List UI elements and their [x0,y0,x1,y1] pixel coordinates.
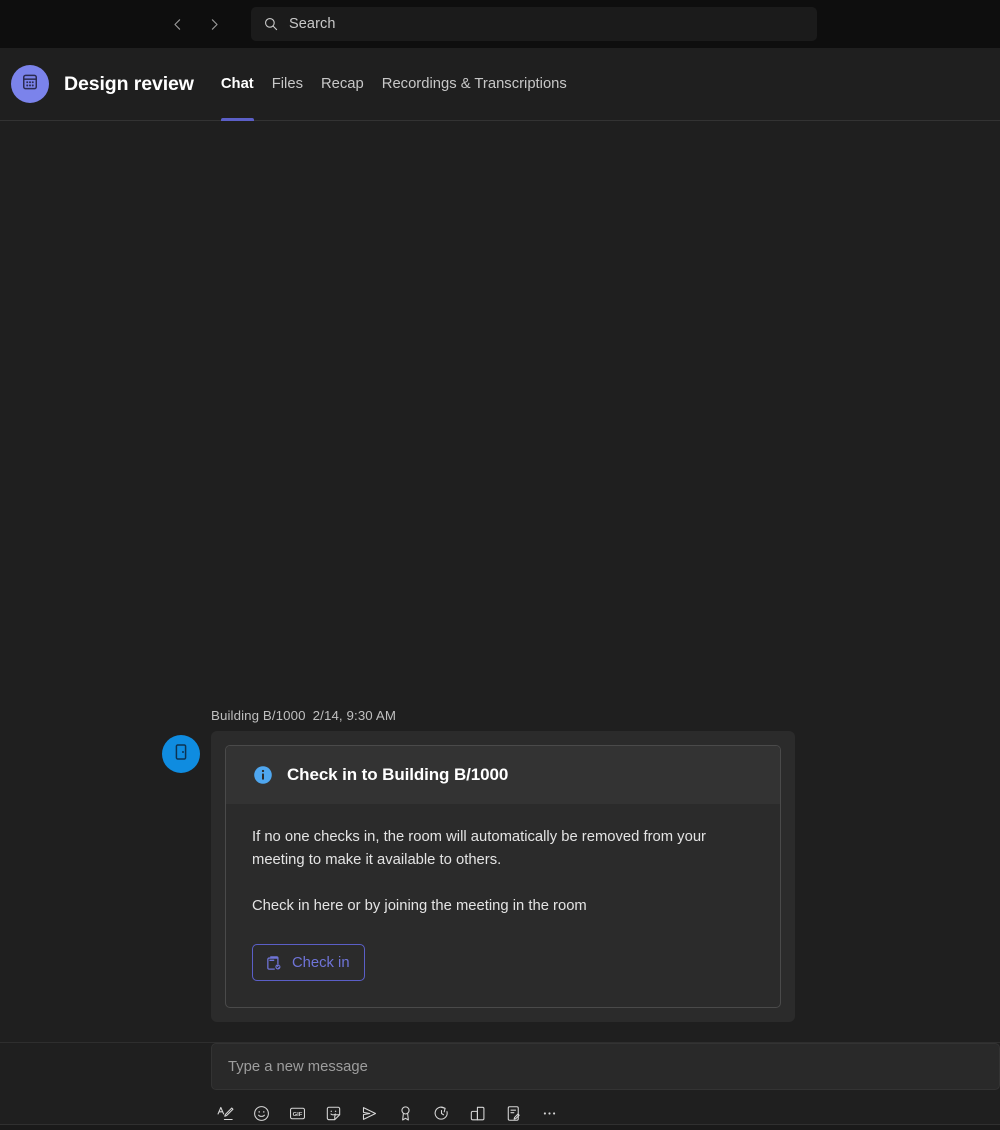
apps-icon [468,1104,487,1123]
tab-recordings-transcriptions-label: Recordings & Transcriptions [381,76,567,92]
card-paragraph-1: If no one checks in, the room will autom… [252,829,706,868]
apps-button[interactable] [463,1099,491,1127]
door-room-icon [171,742,191,767]
search-bar[interactable]: Search [251,7,817,41]
emoji-icon [252,1104,271,1123]
navigation-controls [163,0,228,48]
search-icon [263,16,279,32]
tab-files-label: Files [271,76,303,92]
forward-button[interactable] [200,10,228,38]
chat-header: Design review Chat Files Recap Recording… [0,48,1000,121]
send-plane-icon [360,1104,379,1123]
check-in-button[interactable]: Check in [252,944,365,981]
more-options-button[interactable] [535,1099,563,1127]
message-sender: Building B/1000 [211,708,306,723]
svg-text:GIF: GIF [292,1111,302,1117]
message-input-placeholder[interactable]: Type a new message [228,1059,368,1075]
title-bar: Search [0,0,1000,48]
page-title: Design review [64,72,194,95]
messages-container: Building B/1000 2/14, 9:30 AM Check in t… [0,708,1000,1030]
search-input-placeholder[interactable]: Search [289,16,336,32]
adaptive-card: Check in to Building B/1000 If no one ch… [225,745,781,1008]
tab-recordings-transcriptions[interactable]: Recordings & Transcriptions [373,48,576,121]
format-button[interactable] [211,1099,239,1127]
sticker-button[interactable] [319,1099,347,1127]
message-row: Check in to Building B/1000 If no one ch… [0,731,1000,1022]
message-metadata: Building B/1000 2/14, 9:30 AM [0,708,1000,723]
tab-bar: Chat Files Recap Recordings & Transcript… [212,48,576,121]
tab-chat[interactable]: Chat [212,48,263,121]
info-circle-icon [252,764,274,786]
message-bubble: Check in to Building B/1000 If no one ch… [211,731,795,1022]
message-list: Building B/1000 2/14, 9:30 AM Check in t… [0,121,1000,1030]
card-header: Check in to Building B/1000 [226,746,780,804]
device-checkin-icon [265,954,283,972]
more-options-icon [540,1104,559,1123]
back-button[interactable] [163,10,191,38]
loop-schedule-icon [432,1104,451,1123]
card-paragraph-2: Check in here or by joining the meeting … [252,898,587,914]
send-button[interactable] [355,1099,383,1127]
card-title: Check in to Building B/1000 [287,765,509,784]
message-composer: Type a new message GIF [0,1042,1000,1130]
composer-toolbar: GIF [211,1099,563,1127]
check-in-button-label: Check in [292,954,350,971]
praise-ribbon-icon [396,1104,415,1123]
chevron-left-icon [169,16,186,33]
card-body: If no one checks in, the room will autom… [226,804,780,1007]
praise-button[interactable] [391,1099,419,1127]
card-actions: Check in [252,944,758,981]
tab-recap[interactable]: Recap [312,48,373,121]
format-icon [216,1104,235,1123]
window-footer [0,1124,1000,1130]
tab-recap-label: Recap [320,76,364,92]
tab-chat-label: Chat [220,76,254,92]
emoji-button[interactable] [247,1099,275,1127]
forms-button[interactable] [499,1099,527,1127]
gif-button[interactable]: GIF [283,1099,311,1127]
message-input[interactable]: Type a new message [211,1043,1000,1090]
chevron-right-icon [206,16,223,33]
tab-files[interactable]: Files [263,48,312,121]
avatar [11,65,49,103]
gif-icon: GIF [288,1104,307,1123]
form-edit-icon [504,1104,523,1123]
avatar [162,735,200,773]
sticker-icon [324,1104,343,1123]
schedule-button[interactable] [427,1099,455,1127]
message-timestamp: 2/14, 9:30 AM [312,708,397,723]
calendar-meeting-icon [20,72,40,97]
